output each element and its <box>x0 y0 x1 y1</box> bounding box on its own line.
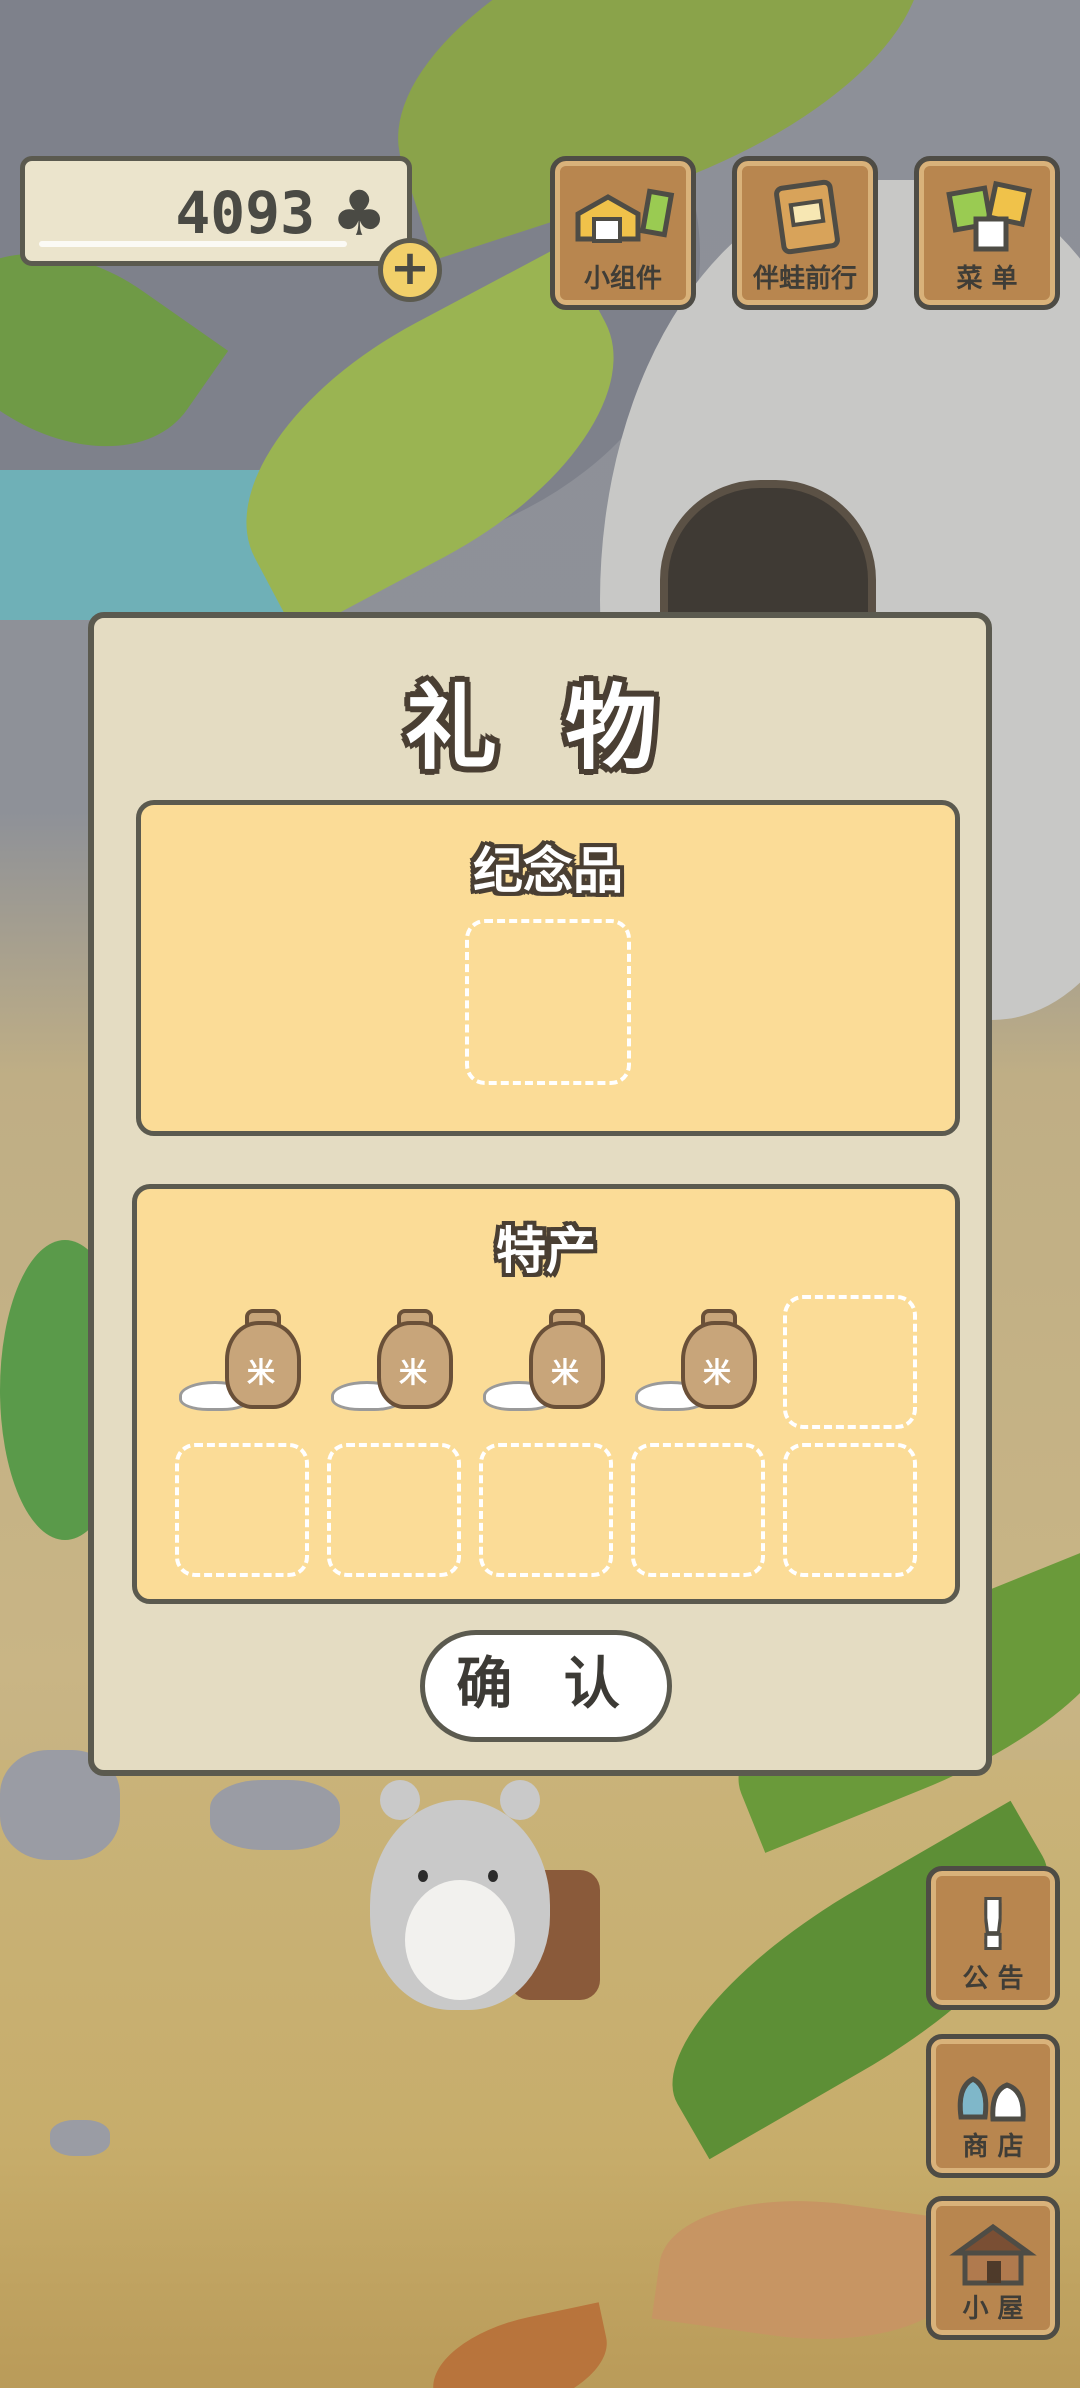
counter-highlight <box>39 241 347 247</box>
specialty-slot-empty[interactable] <box>783 1295 917 1429</box>
widget-icon <box>555 179 691 263</box>
souvenir-title: 纪念品 <box>473 842 623 900</box>
shop-button-label: 商 店 <box>962 2132 1024 2162</box>
souvenir-panel: 纪念品 <box>136 800 960 1136</box>
dialog-title: 礼 物 <box>404 675 676 782</box>
exclamation-icon: ! <box>978 1889 1008 1963</box>
clover-count: 4093 <box>175 179 315 247</box>
journey-button-label: 伴蛙前行 <box>752 264 857 294</box>
rice-bag-item[interactable]: 米 <box>175 1299 309 1433</box>
gift-dialog: 礼 物 纪念品 特产 米 米 米 米 确 认 <box>88 612 992 1776</box>
hamster-belly <box>405 1880 515 2000</box>
specialty-slot-empty[interactable] <box>631 1443 765 1577</box>
specialty-title: 特产 <box>496 1222 596 1280</box>
specialty-slot-empty[interactable] <box>783 1443 917 1577</box>
specialty-panel: 特产 米 米 米 米 <box>132 1184 960 1604</box>
souvenir-slot-empty[interactable] <box>465 919 631 1085</box>
journey-book-icon <box>737 179 873 263</box>
specialty-slot-empty[interactable] <box>479 1443 613 1577</box>
rice-bag-item[interactable]: 米 <box>631 1299 765 1433</box>
rice-bag-item[interactable]: 米 <box>327 1299 461 1433</box>
notice-button[interactable]: ! 公 告 <box>926 1866 1060 2010</box>
background-stone <box>50 2120 110 2156</box>
house-button-label: 小 屋 <box>962 2294 1024 2324</box>
sack-mark: 米 <box>246 1356 275 1389</box>
hamster-eye <box>418 1870 428 1882</box>
menu-button[interactable]: 菜 单 <box>914 156 1060 310</box>
shop-bag-icon <box>931 2057 1055 2131</box>
clover-counter: 4093 ♣ <box>20 156 412 266</box>
background-stone <box>210 1780 340 1850</box>
shop-button[interactable]: 商 店 <box>926 2034 1060 2178</box>
add-clover-button[interactable]: + <box>378 238 442 302</box>
notice-button-label: 公 告 <box>962 1964 1024 1994</box>
menu-icon <box>919 179 1055 263</box>
specialty-slot-empty[interactable] <box>327 1443 461 1577</box>
plus-icon: + <box>389 240 431 296</box>
menu-button-label: 菜 单 <box>956 264 1018 294</box>
specialty-slot-empty[interactable] <box>175 1443 309 1577</box>
house-icon <box>931 2219 1055 2293</box>
rice-bag-item[interactable]: 米 <box>479 1299 613 1433</box>
house-button[interactable]: 小 屋 <box>926 2196 1060 2340</box>
sack-mark: 米 <box>398 1356 427 1389</box>
widget-button[interactable]: 小组件 <box>550 156 696 310</box>
sack-mark: 米 <box>550 1356 579 1389</box>
hamster-visitor[interactable] <box>360 1770 600 2020</box>
sack-mark: 米 <box>702 1356 731 1389</box>
widget-button-label: 小组件 <box>583 264 662 294</box>
journey-button[interactable]: 伴蛙前行 <box>732 156 878 310</box>
clover-icon: ♣ <box>331 177 387 250</box>
confirm-button[interactable]: 确 认 <box>420 1630 672 1742</box>
hamster-eye <box>488 1870 498 1882</box>
